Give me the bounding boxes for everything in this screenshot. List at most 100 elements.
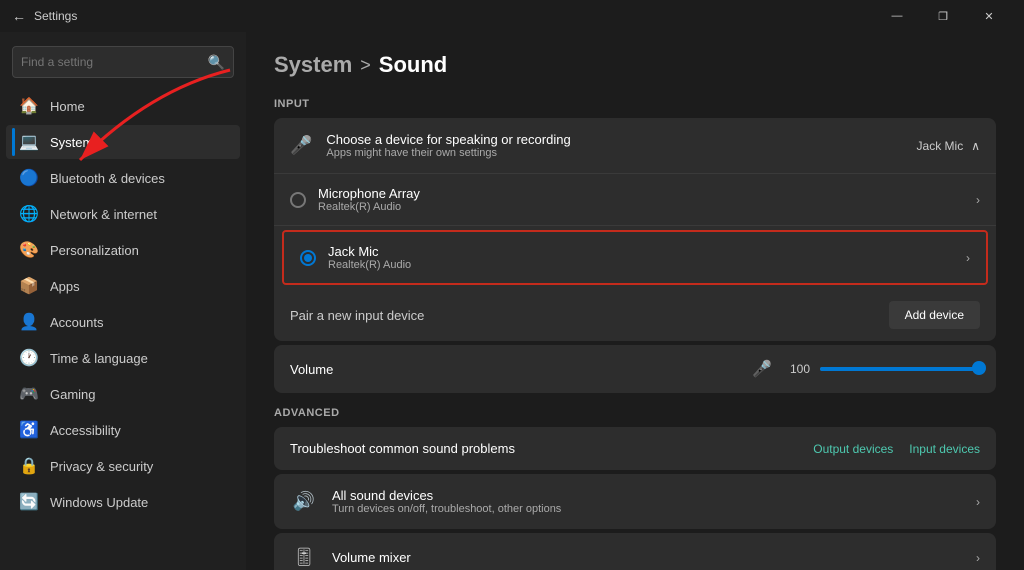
choose-device-text: Choose a device for speaking or recordin… (326, 132, 916, 159)
active-bar (12, 128, 15, 156)
volume-mixer-text: Volume mixer (332, 550, 976, 565)
title-bar: ← Settings — ❐ ✕ (0, 0, 1024, 32)
microphone-icon: 🎤 (290, 135, 312, 156)
close-button[interactable]: ✕ (966, 0, 1012, 32)
maximize-button[interactable]: ❐ (920, 0, 966, 32)
privacy-icon: 🔒 (20, 457, 38, 475)
sidebar-item-label: Time & language (50, 351, 148, 366)
volume-slider-thumb (972, 361, 986, 375)
input-card: 🎤 Choose a device for speaking or record… (274, 118, 996, 341)
pair-text: Pair a new input device (290, 308, 889, 323)
sidebar-item-label: Apps (50, 279, 80, 294)
all-sound-text: All sound devices Turn devices on/off, t… (332, 488, 976, 515)
sidebar-item-network[interactable]: 🌐 Network & internet (6, 197, 240, 231)
sidebar: 🔍 🏠 Home 💻 System 🔵 Bluetooth & devices … (0, 32, 246, 570)
jack-mic-radio[interactable] (300, 250, 316, 266)
sidebar-item-personalization[interactable]: 🎨 Personalization (6, 233, 240, 267)
volume-value: 100 (782, 362, 810, 376)
network-icon: 🌐 (20, 205, 38, 223)
sidebar-item-label: Gaming (50, 387, 96, 402)
bluetooth-icon: 🔵 (20, 169, 38, 187)
volume-mixer-icon: 🎚 (290, 547, 318, 568)
volume-row: Volume 🎤 100 (274, 345, 996, 393)
personalization-icon: 🎨 (20, 241, 38, 259)
volume-right: 🎤 100 (752, 359, 980, 379)
input-section-label: Input (274, 98, 996, 110)
back-icon[interactable]: ← (12, 8, 26, 24)
sidebar-item-update[interactable]: 🔄 Windows Update (6, 485, 240, 519)
title-bar-left: ← Settings (12, 8, 874, 24)
mic-array-sub: Realtek(R) Audio (318, 201, 976, 213)
sidebar-item-accessibility[interactable]: ♿ Accessibility (6, 413, 240, 447)
sidebar-item-label: Home (50, 99, 85, 114)
sidebar-item-label: Bluetooth & devices (50, 171, 165, 186)
mic-array-chevron: › (976, 193, 980, 207)
jack-mic-row[interactable]: Jack Mic Realtek(R) Audio › (284, 232, 986, 283)
troubleshoot-row: Troubleshoot common sound problems Outpu… (274, 427, 996, 470)
volume-mic-icon: 🎤 (752, 359, 772, 379)
choose-device-title: Choose a device for speaking or recordin… (326, 132, 916, 147)
title-bar-controls: — ❐ ✕ (874, 0, 1012, 32)
volume-mixer-row[interactable]: 🎚 Volume mixer › (274, 533, 996, 570)
minimize-button[interactable]: — (874, 0, 920, 32)
jack-mic-selected-wrapper: Jack Mic Realtek(R) Audio › (282, 230, 988, 285)
sidebar-item-label: Network & internet (50, 207, 157, 222)
volume-slider-track[interactable] (820, 367, 980, 371)
breadcrumb-current: Sound (379, 52, 447, 78)
selected-device-name: Jack Mic (917, 139, 964, 153)
chevron-up-icon: ∧ (971, 139, 980, 153)
output-devices-link[interactable]: Output devices (813, 442, 893, 456)
choose-device-sub: Apps might have their own settings (326, 147, 916, 159)
mic-array-title: Microphone Array (318, 186, 976, 201)
accounts-icon: 👤 (20, 313, 38, 331)
choose-device-header[interactable]: 🎤 Choose a device for speaking or record… (274, 118, 996, 174)
sidebar-item-accounts[interactable]: 👤 Accounts (6, 305, 240, 339)
app-title: Settings (34, 9, 77, 23)
sidebar-item-home[interactable]: 🏠 Home (6, 89, 240, 123)
sidebar-item-label: Privacy & security (50, 459, 153, 474)
home-icon: 🏠 (20, 97, 38, 115)
time-icon: 🕐 (20, 349, 38, 367)
sidebar-item-privacy[interactable]: 🔒 Privacy & security (6, 449, 240, 483)
mic-array-radio[interactable] (290, 192, 306, 208)
update-icon: 🔄 (20, 493, 38, 511)
volume-slider-fill (820, 367, 980, 371)
app-body: 🔍 🏠 Home 💻 System 🔵 Bluetooth & devices … (0, 32, 1024, 570)
advanced-section: Advanced Troubleshoot common sound probl… (274, 407, 996, 570)
troubleshoot-label: Troubleshoot common sound problems (290, 441, 797, 456)
breadcrumb-separator: > (360, 55, 371, 76)
input-devices-link[interactable]: Input devices (909, 442, 980, 456)
sidebar-item-label: Windows Update (50, 495, 148, 510)
mic-array-row[interactable]: Microphone Array Realtek(R) Audio › (274, 174, 996, 226)
gaming-icon: 🎮 (20, 385, 38, 403)
jack-mic-chevron: › (966, 251, 970, 265)
breadcrumb-parent[interactable]: System (274, 52, 352, 78)
volume-mixer-chevron: › (976, 551, 980, 565)
sidebar-item-time[interactable]: 🕐 Time & language (6, 341, 240, 375)
all-sound-sub: Turn devices on/off, troubleshoot, other… (332, 503, 976, 515)
advanced-section-label: Advanced (274, 407, 996, 419)
mic-array-text: Microphone Array Realtek(R) Audio (318, 186, 976, 213)
system-icon: 💻 (20, 133, 38, 151)
sidebar-item-apps[interactable]: 📦 Apps (6, 269, 240, 303)
all-sound-devices-row[interactable]: 🔊 All sound devices Turn devices on/off,… (274, 474, 996, 529)
sidebar-item-gaming[interactable]: 🎮 Gaming (6, 377, 240, 411)
search-icon[interactable]: 🔍 (208, 54, 225, 71)
jack-mic-title: Jack Mic (328, 244, 966, 259)
all-sound-chevron: › (976, 495, 980, 509)
sidebar-item-label: System (50, 135, 93, 150)
jack-mic-text: Jack Mic Realtek(R) Audio (328, 244, 966, 271)
sidebar-item-bluetooth[interactable]: 🔵 Bluetooth & devices (6, 161, 240, 195)
sidebar-item-label: Accounts (50, 315, 103, 330)
all-sound-icon: 🔊 (290, 491, 318, 512)
search-box[interactable]: 🔍 (12, 46, 234, 78)
add-device-button[interactable]: Add device (889, 301, 980, 329)
main-content: System > Sound Input 🎤 Choose a device f… (246, 32, 1024, 570)
radio-fill (304, 254, 312, 262)
apps-icon: 📦 (20, 277, 38, 295)
volume-label: Volume (290, 362, 752, 377)
breadcrumb: System > Sound (274, 52, 996, 78)
pair-row: Pair a new input device Add device (274, 289, 996, 341)
sidebar-item-system[interactable]: 💻 System (6, 125, 240, 159)
search-input[interactable] (21, 55, 208, 69)
